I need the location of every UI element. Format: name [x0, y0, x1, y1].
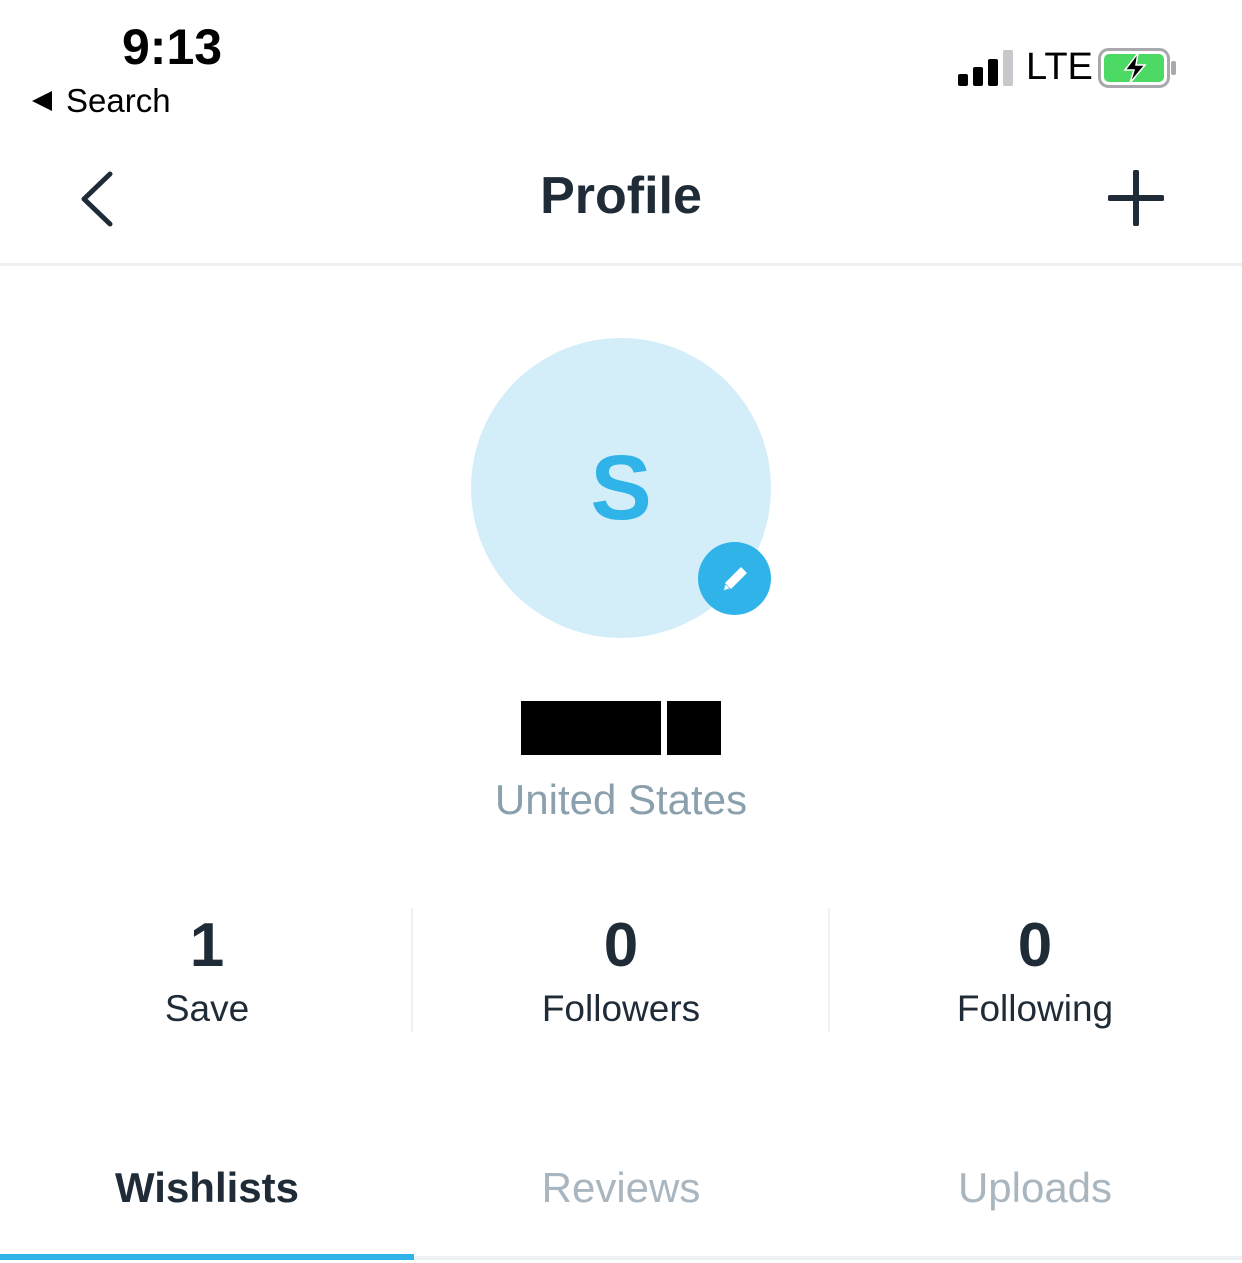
edit-avatar-button[interactable] [698, 542, 771, 615]
tab-wishlists[interactable]: Wishlists [0, 1164, 414, 1212]
redaction-block [521, 701, 661, 755]
back-app-label: Search [66, 82, 171, 119]
signal-icon [958, 50, 1013, 86]
page-title: Profile [540, 167, 702, 225]
stat-value: 0 [603, 911, 639, 980]
status-time: 9:13 [122, 19, 223, 75]
avatar-initial: S [590, 437, 652, 539]
stat-saves[interactable]: 1 Save [0, 910, 414, 1030]
stat-followers[interactable]: 0 Followers [414, 910, 828, 1030]
location-text: United States [494, 776, 748, 823]
stat-following[interactable]: 0 Following [828, 910, 1242, 1030]
plus-icon[interactable] [1108, 170, 1164, 226]
tab-reviews[interactable]: Reviews [414, 1164, 828, 1212]
active-tab-indicator [0, 1254, 414, 1260]
back-triangle-icon [32, 91, 52, 111]
network-type: LTE [1026, 46, 1093, 88]
stat-label: Following [956, 988, 1114, 1029]
back-to-app-link[interactable]: Search [32, 82, 171, 120]
pencil-icon [722, 566, 747, 591]
stat-divider [411, 908, 413, 1032]
stat-label: Followers [541, 988, 701, 1029]
redaction-block [667, 701, 721, 755]
nav-divider [0, 263, 1242, 266]
stat-value: 1 [189, 911, 225, 980]
tab-uploads[interactable]: Uploads [828, 1164, 1242, 1212]
battery-charging-icon [1098, 48, 1176, 88]
stat-label: Save [164, 988, 250, 1029]
username-redacted [521, 701, 721, 755]
stat-value: 0 [1017, 911, 1053, 980]
